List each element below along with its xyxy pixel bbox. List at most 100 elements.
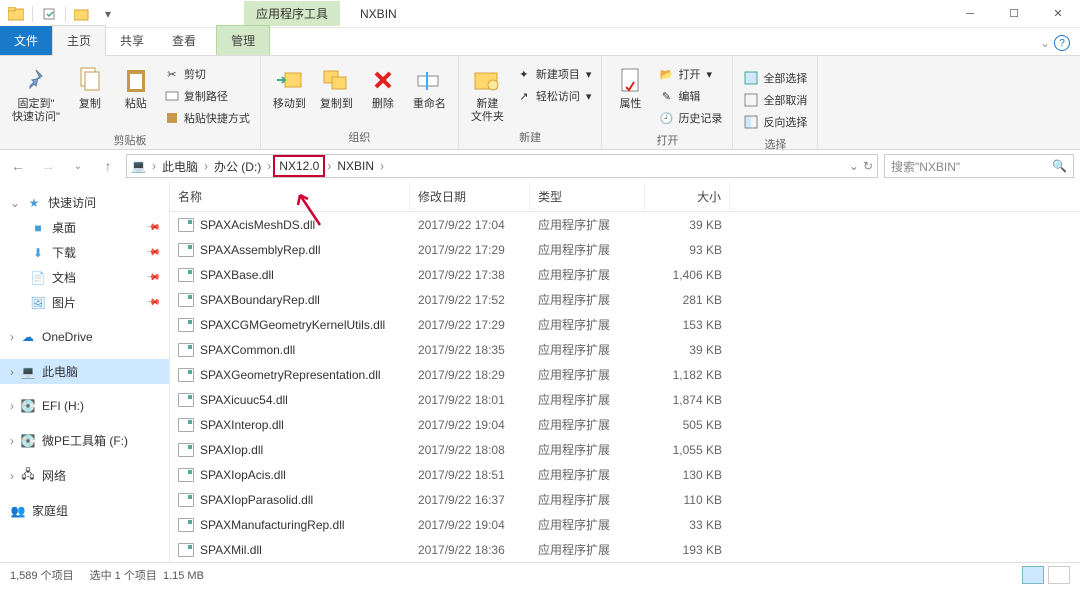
file-row[interactable]: SPAXAcisMeshDS.dll2017/9/22 17:04应用程序扩展3… (170, 212, 1080, 237)
recent-dropdown[interactable]: ⌄ (66, 154, 90, 178)
copyto-icon (320, 64, 352, 96)
edit-button[interactable]: ✎编辑 (654, 86, 726, 106)
column-name[interactable]: 名称 (170, 182, 410, 211)
easy-access-button[interactable]: ↗轻松访问▾ (512, 86, 596, 106)
breadcrumb[interactable]: 💻 › 此电脑 › 办公 (D:) › NX12.0 › NXBIN › ⌄ ↻ (126, 154, 878, 178)
file-row[interactable]: SPAXBase.dll2017/9/22 17:38应用程序扩展1,406 K… (170, 262, 1080, 287)
invert-selection-button[interactable]: 反向选择 (739, 112, 811, 132)
file-row[interactable]: SPAXAssemblyRep.dll2017/9/22 17:29应用程序扩展… (170, 237, 1080, 262)
copy-path-button[interactable]: 复制路径 (160, 86, 254, 106)
column-headers: 名称 修改日期 类型 大小 (170, 182, 1080, 212)
moveto-button[interactable]: 移动到 (267, 62, 312, 113)
invert-icon (743, 114, 759, 130)
copy-button[interactable]: 复制 (68, 62, 112, 113)
tab-view[interactable]: 查看 (158, 26, 210, 55)
dll-file-icon (178, 293, 194, 307)
file-type: 应用程序扩展 (530, 439, 645, 460)
file-row[interactable]: SPAXGeometryRepresentation.dll2017/9/22 … (170, 362, 1080, 387)
sidebar-onedrive[interactable]: ›☁OneDrive (0, 325, 169, 349)
file-row[interactable]: SPAXCommon.dll2017/9/22 18:35应用程序扩展39 KB (170, 337, 1080, 362)
navigation-pane[interactable]: ⌄★快速访问 ■桌面📌 ⬇下载📌 📄文档📌 🖼图片📌 ›☁OneDrive ›💻… (0, 182, 170, 562)
sidebar-drive-pe[interactable]: ›💽微PE工具箱 (F:) (0, 428, 169, 453)
sidebar-desktop[interactable]: ■桌面📌 (0, 215, 169, 240)
dropdown-icon[interactable]: ▾ (98, 4, 118, 24)
file-date: 2017/9/22 19:04 (410, 516, 530, 534)
file-size: 39 KB (645, 216, 730, 234)
file-list[interactable]: 名称 修改日期 类型 大小 SPAXAcisMeshDS.dll2017/9/2… (170, 182, 1080, 562)
chevron-right-icon[interactable]: › (378, 159, 386, 173)
copyto-button[interactable]: 复制到 (314, 62, 359, 113)
file-row[interactable]: SPAXInterop.dll2017/9/22 19:04应用程序扩展505 … (170, 412, 1080, 437)
minimize-button[interactable]: ─ (948, 0, 992, 28)
title-bar: ▾ 应用程序工具 NXBIN ─ ☐ ✕ (0, 0, 1080, 28)
icons-view-button[interactable] (1048, 566, 1070, 584)
breadcrumb-item[interactable]: NXBIN (333, 157, 378, 175)
new-folder-icon[interactable] (72, 4, 92, 24)
breadcrumb-item[interactable]: 办公 (D:) (210, 156, 265, 177)
chevron-right-icon[interactable]: › (265, 159, 273, 173)
sidebar-pictures[interactable]: 🖼图片📌 (0, 290, 169, 315)
dropdown-icon[interactable]: ⌄ (849, 159, 859, 173)
sidebar-drive-efi[interactable]: ›💽EFI (H:) (0, 394, 169, 418)
tab-home[interactable]: 主页 (52, 25, 106, 56)
tab-file[interactable]: 文件 (0, 26, 52, 55)
tab-manage[interactable]: 管理 (216, 25, 270, 55)
file-date: 2017/9/22 18:29 (410, 366, 530, 384)
sidebar-network[interactable]: ›🖧网络 (0, 463, 169, 488)
select-none-button[interactable]: 全部取消 (739, 90, 811, 110)
properties-button[interactable]: 属性 (608, 62, 652, 113)
back-button[interactable]: ← (6, 154, 30, 178)
new-item-button[interactable]: ✦新建项目▾ (512, 64, 596, 84)
close-button[interactable]: ✕ (1036, 0, 1080, 28)
new-folder-button[interactable]: 新建 文件夹 (465, 62, 510, 126)
search-icon: 🔍 (1052, 159, 1067, 173)
sidebar-homegroup[interactable]: 👥家庭组 (0, 498, 169, 523)
column-date[interactable]: 修改日期 (410, 182, 530, 211)
delete-button[interactable]: 删除 (361, 62, 405, 113)
breadcrumb-item[interactable]: 此电脑 (158, 156, 202, 177)
column-size[interactable]: 大小 (645, 182, 730, 211)
properties-icon[interactable] (39, 4, 59, 24)
open-button[interactable]: 📂打开▾ (654, 64, 726, 84)
select-all-button[interactable]: 全部选择 (739, 68, 811, 88)
sidebar-documents[interactable]: 📄文档📌 (0, 265, 169, 290)
file-row[interactable]: SPAXicuuc54.dll2017/9/22 18:01应用程序扩展1,87… (170, 387, 1080, 412)
file-name: SPAXAssemblyRep.dll (200, 243, 321, 257)
file-row[interactable]: SPAXIopParasolid.dll2017/9/22 16:37应用程序扩… (170, 487, 1080, 512)
help-button[interactable]: ⌄? (1030, 31, 1080, 55)
details-view-button[interactable] (1022, 566, 1044, 584)
file-type: 应用程序扩展 (530, 339, 645, 360)
separator (32, 6, 33, 22)
file-row[interactable]: SPAXIop.dll2017/9/22 18:08应用程序扩展1,055 KB (170, 437, 1080, 462)
file-row[interactable]: SPAXIopAcis.dll2017/9/22 18:51应用程序扩展130 … (170, 462, 1080, 487)
rename-button[interactable]: 重命名 (407, 62, 452, 113)
paste-button[interactable]: 粘贴 (114, 62, 158, 113)
cut-button[interactable]: ✂剪切 (160, 64, 254, 84)
paste-shortcut-button[interactable]: 粘贴快捷方式 (160, 108, 254, 128)
column-type[interactable]: 类型 (530, 182, 645, 211)
file-size: 153 KB (645, 316, 730, 334)
file-row[interactable]: SPAXBoundaryRep.dll2017/9/22 17:52应用程序扩展… (170, 287, 1080, 312)
desktop-icon: ■ (30, 220, 46, 236)
search-input[interactable]: 搜索"NXBIN" 🔍 (884, 154, 1074, 178)
drive-icon: 💽 (20, 433, 36, 449)
sidebar-downloads[interactable]: ⬇下载📌 (0, 240, 169, 265)
sidebar-this-pc[interactable]: ›💻此电脑 (0, 359, 169, 384)
chevron-right-icon[interactable]: › (325, 159, 333, 173)
file-row[interactable]: SPAXMil.dll2017/9/22 18:36应用程序扩展193 KB (170, 537, 1080, 562)
file-name: SPAXIopAcis.dll (200, 468, 286, 482)
file-row[interactable]: SPAXCGMGeometryKernelUtils.dll2017/9/22 … (170, 312, 1080, 337)
up-button[interactable]: ↑ (96, 154, 120, 178)
breadcrumb-item-highlighted[interactable]: NX12.0 (273, 155, 325, 177)
maximize-button[interactable]: ☐ (992, 0, 1036, 28)
sidebar-quick-access[interactable]: ⌄★快速访问 (0, 190, 169, 215)
history-button[interactable]: 🕘历史记录 (654, 108, 726, 128)
pin-button[interactable]: 固定到" 快速访问" (6, 62, 66, 126)
chevron-right-icon[interactable]: › (150, 159, 158, 173)
file-row[interactable]: SPAXManufacturingRep.dll2017/9/22 19:04应… (170, 512, 1080, 537)
forward-button[interactable]: → (36, 154, 60, 178)
tab-share[interactable]: 共享 (106, 26, 158, 55)
chevron-right-icon[interactable]: › (202, 159, 210, 173)
file-date: 2017/9/22 17:29 (410, 241, 530, 259)
refresh-icon[interactable]: ↻ (863, 159, 873, 173)
